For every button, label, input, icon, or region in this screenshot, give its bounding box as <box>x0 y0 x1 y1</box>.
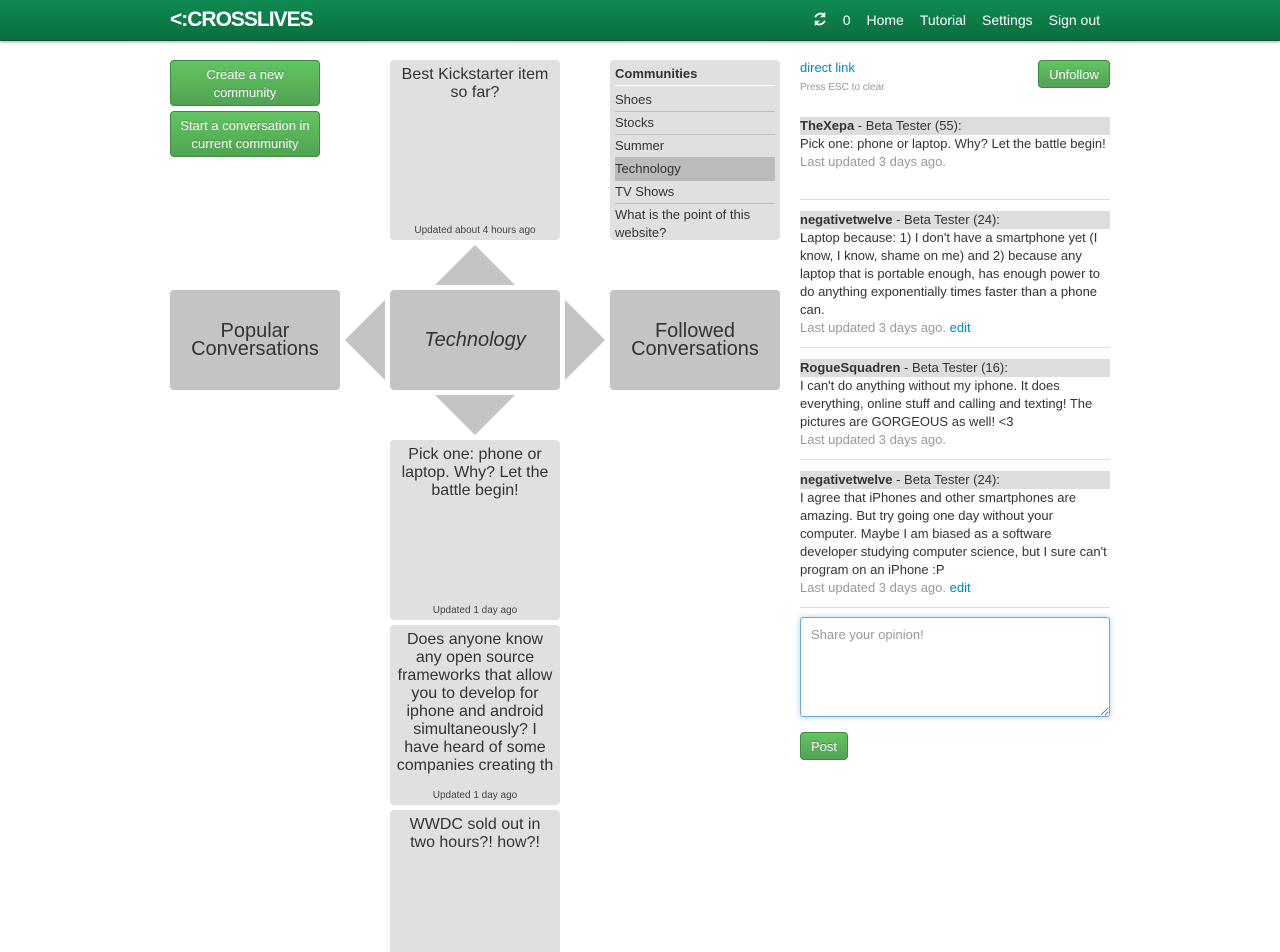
community-item-technology[interactable]: Technology <box>615 158 775 181</box>
community-item-summer[interactable]: Summer <box>615 135 775 158</box>
conversation-title: Pick one: phone or laptop. Why? Let the … <box>401 446 549 499</box>
conversation-title: Best Kickstarter item so far? <box>401 66 549 101</box>
post-body: Pick one: phone or laptop. Why? Let the … <box>800 136 1106 151</box>
communities-heading: Communities <box>615 66 775 86</box>
reply-textarea[interactable] <box>800 617 1110 717</box>
post-button[interactable]: Post <box>800 732 848 760</box>
conversation-tile-top[interactable]: Best Kickstarter item so far? Updated ab… <box>390 60 560 240</box>
post-divider <box>800 607 1110 608</box>
post-role: - Beta Tester (24): <box>892 472 1000 487</box>
conversation-updated: Updated 1 day ago <box>390 603 560 616</box>
community-item-website-point[interactable]: What is the point of this website? <box>615 204 775 244</box>
post-item: negativetwelve - Beta Tester (24): I agr… <box>800 471 1110 597</box>
nav-sign-out[interactable]: Sign out <box>1049 12 1100 28</box>
post-author[interactable]: negativetwelve <box>800 472 893 487</box>
followed-conversations-label: Followed Conversations <box>631 320 759 360</box>
start-conversation-button[interactable]: Start a conversation in current communit… <box>170 111 320 157</box>
post-author[interactable]: TheXepa <box>800 118 854 133</box>
post-author[interactable]: negativetwelve <box>800 212 893 227</box>
create-community-button[interactable]: Create a new community <box>170 60 320 106</box>
post-item: RogueSquadren - Beta Tester (16): I can'… <box>800 359 1110 449</box>
navbar-menu: 0 Home Tutorial Settings Sign out <box>797 0 1100 40</box>
conversation-title: WWDC sold out in two hours?! how?! <box>409 816 541 851</box>
brand-logo[interactable]: <:CROSSLIVES <box>170 8 314 32</box>
post-timestamp: Last updated 3 days ago. <box>800 432 947 447</box>
community-item-shoes[interactable]: Shoes <box>615 89 775 112</box>
post-body: I agree that iPhones and other smartphon… <box>800 490 1107 577</box>
post-divider <box>800 199 1110 200</box>
conversation-tile[interactable]: Does anyone know any open source framewo… <box>390 625 560 805</box>
current-community-label: Technology <box>424 329 526 351</box>
current-community-tile[interactable]: Technology <box>390 290 560 390</box>
esc-hint: Press ESC to clear <box>800 82 885 93</box>
post-timestamp: Last updated 3 days ago. <box>800 580 947 595</box>
post-header: RogueSquadren - Beta Tester (16): <box>800 359 1110 377</box>
post-header: TheXepa - Beta Tester (55): <box>800 117 1110 135</box>
post-author[interactable]: RogueSquadren <box>800 360 900 375</box>
conversation-tile[interactable]: Pick one: phone or laptop. Why? Let the … <box>390 440 560 620</box>
arrow-down-icon[interactable] <box>435 395 515 435</box>
unfollow-button[interactable]: Unfollow <box>1038 60 1110 88</box>
post-item: negativetwelve - Beta Tester (24): Lapto… <box>800 211 1110 337</box>
post-item: TheXepa - Beta Tester (55): Pick one: ph… <box>800 117 1110 171</box>
post-meta: Last updated 3 days ago. edit <box>800 319 1110 337</box>
conversation-title: Does anyone know any open source framewo… <box>396 631 554 774</box>
post-divider <box>800 347 1110 348</box>
notification-count[interactable]: 0 <box>843 12 851 28</box>
conversation-updated: Updated about 4 hours ago <box>390 223 560 236</box>
community-item-stocks[interactable]: Stocks <box>615 112 775 135</box>
edit-link[interactable]: edit <box>950 320 971 335</box>
conversation-tile[interactable]: WWDC sold out in two hours?! how?! <box>390 810 560 952</box>
community-item-tv-shows[interactable]: TV Shows <box>615 181 775 204</box>
conversation-updated: Updated 1 day ago <box>390 788 560 801</box>
post-header: negativetwelve - Beta Tester (24): <box>800 211 1110 229</box>
nav-settings[interactable]: Settings <box>982 12 1033 28</box>
post-role: - Beta Tester (55): <box>854 118 962 133</box>
post-timestamp: Last updated 3 days ago. <box>800 320 947 335</box>
post-timestamp: Last updated 3 days ago. <box>800 154 947 169</box>
post-role: - Beta Tester (24): <box>892 212 1000 227</box>
refresh-icon[interactable] <box>813 11 827 29</box>
arrow-right-icon[interactable] <box>565 300 605 380</box>
top-navbar: <:CROSSLIVES 0 Home Tutorial Settings Si… <box>0 0 1280 41</box>
post-meta: Last updated 3 days ago. <box>800 153 1110 171</box>
post-role: - Beta Tester (16): <box>900 360 1008 375</box>
popular-conversations-tile[interactable]: Popular Conversations <box>170 290 340 390</box>
communities-panel: Communities Shoes Stocks Summer Technolo… <box>610 60 780 240</box>
post-divider <box>800 459 1110 460</box>
edit-link[interactable]: edit <box>950 580 971 595</box>
nav-home[interactable]: Home <box>867 12 904 28</box>
nav-tutorial[interactable]: Tutorial <box>920 12 966 28</box>
arrow-left-icon[interactable] <box>345 300 385 380</box>
post-header: negativetwelve - Beta Tester (24): <box>800 471 1110 489</box>
post-body: I can't do anything without my iphone. I… <box>800 378 1093 429</box>
popular-conversations-label: Popular Conversations <box>191 320 319 360</box>
direct-link[interactable]: direct link <box>800 60 855 75</box>
followed-conversations-tile[interactable]: Followed Conversations <box>610 290 780 390</box>
post-body: Laptop because: 1) I don't have a smartp… <box>800 230 1100 317</box>
arrow-up-icon[interactable] <box>435 245 515 285</box>
post-meta: Last updated 3 days ago. edit <box>800 579 1110 597</box>
post-meta: Last updated 3 days ago. <box>800 431 1110 449</box>
